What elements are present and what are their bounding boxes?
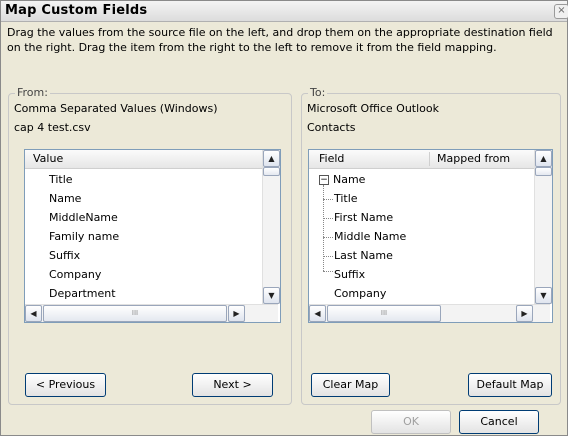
tree-item[interactable]: Company [334, 284, 386, 303]
cancel-button[interactable]: Cancel [459, 410, 539, 434]
from-legend: From: [15, 86, 50, 99]
instruction-line-1: Drag the values from the source file on … [7, 26, 553, 39]
ok-button[interactable]: OK [371, 410, 451, 434]
list-item[interactable]: Company [49, 265, 101, 284]
default-map-button[interactable]: Default Map [468, 373, 552, 397]
to-group: To: Microsoft Office Outlook Contacts Fi… [301, 86, 561, 405]
next-button[interactable]: Next > [192, 373, 273, 397]
scroll-up-icon[interactable]: ▲ [263, 150, 280, 167]
tree-item[interactable]: Middle Name [334, 227, 406, 246]
tree-item[interactable]: Suffix [334, 265, 365, 284]
mapped-from-column-header[interactable]: Mapped from [431, 150, 510, 168]
title-bar: Map Custom Fields × [1, 1, 568, 22]
scroll-right-icon[interactable]: ▶ [516, 305, 533, 322]
scroll-thumb[interactable] [263, 167, 280, 176]
collapse-icon[interactable]: − [319, 175, 329, 185]
source-type: Comma Separated Values (Windows) [14, 102, 218, 115]
source-file-name: cap 4 test.csv [14, 121, 91, 134]
tree-connector [323, 256, 333, 257]
tree-item[interactable]: Last Name [334, 246, 393, 265]
tree-item[interactable]: First Name [334, 208, 393, 227]
field-column-header[interactable]: Field [313, 150, 344, 168]
list-item[interactable]: Title [49, 170, 73, 189]
list-item[interactable]: Suffix [49, 246, 80, 265]
destination-list-header: Field Mapped from [309, 150, 535, 169]
list-item[interactable]: Family name [49, 227, 119, 246]
source-list-header: Value [25, 150, 263, 169]
to-legend: To: [308, 86, 328, 99]
instructions: Drag the values from the source file on … [7, 25, 559, 55]
value-column-header[interactable]: Value [27, 150, 63, 168]
source-values-list[interactable]: Value Title Name MiddleName Family name … [24, 149, 281, 323]
scroll-right-icon[interactable]: ▶ [228, 305, 245, 322]
tree-connector [323, 218, 333, 219]
destination-horizontal-scrollbar[interactable]: ◀ III ▶ [309, 304, 550, 322]
list-item[interactable]: Department [49, 284, 116, 303]
clear-map-button[interactable]: Clear Map [311, 373, 390, 397]
map-custom-fields-dialog: Map Custom Fields × Drag the values from… [0, 0, 568, 436]
tree-connector [323, 185, 324, 271]
scroll-thumb-grip-icon[interactable]: III [43, 305, 227, 322]
instruction-line-2: on the right. Drag the item from the rig… [7, 41, 497, 54]
tree-connector [323, 237, 333, 238]
tree-item[interactable]: Title [334, 189, 358, 208]
source-horizontal-scrollbar[interactable]: ◀ III ▶ [25, 304, 278, 322]
column-divider[interactable] [429, 152, 430, 166]
scroll-left-icon[interactable]: ◀ [309, 305, 326, 322]
list-item[interactable]: MiddleName [49, 208, 118, 227]
scroll-up-icon[interactable]: ▲ [535, 150, 552, 167]
destination-app: Microsoft Office Outlook [307, 102, 439, 115]
destination-folder: Contacts [307, 121, 356, 134]
destination-fields-tree[interactable]: Field Mapped from − Name Title First Nam… [308, 149, 553, 323]
list-item[interactable]: Name [49, 189, 81, 208]
dialog-title: Map Custom Fields [5, 3, 148, 18]
tree-connector [323, 199, 333, 200]
scroll-down-icon[interactable]: ▼ [263, 287, 280, 304]
previous-button[interactable]: < Previous [25, 373, 106, 397]
scroll-thumb-grip-icon[interactable]: III [327, 305, 441, 322]
scroll-down-icon[interactable]: ▼ [535, 287, 552, 304]
scroll-left-icon[interactable]: ◀ [25, 305, 42, 322]
close-icon[interactable]: × [554, 4, 568, 19]
scroll-thumb[interactable] [535, 167, 552, 176]
destination-vertical-scrollbar[interactable]: ▲ ▼ [534, 150, 552, 304]
source-vertical-scrollbar[interactable]: ▲ ▼ [262, 150, 280, 304]
tree-item-name[interactable]: Name [333, 170, 365, 189]
tree-connector [323, 271, 333, 272]
from-group: From: Comma Separated Values (Windows) c… [8, 86, 292, 405]
